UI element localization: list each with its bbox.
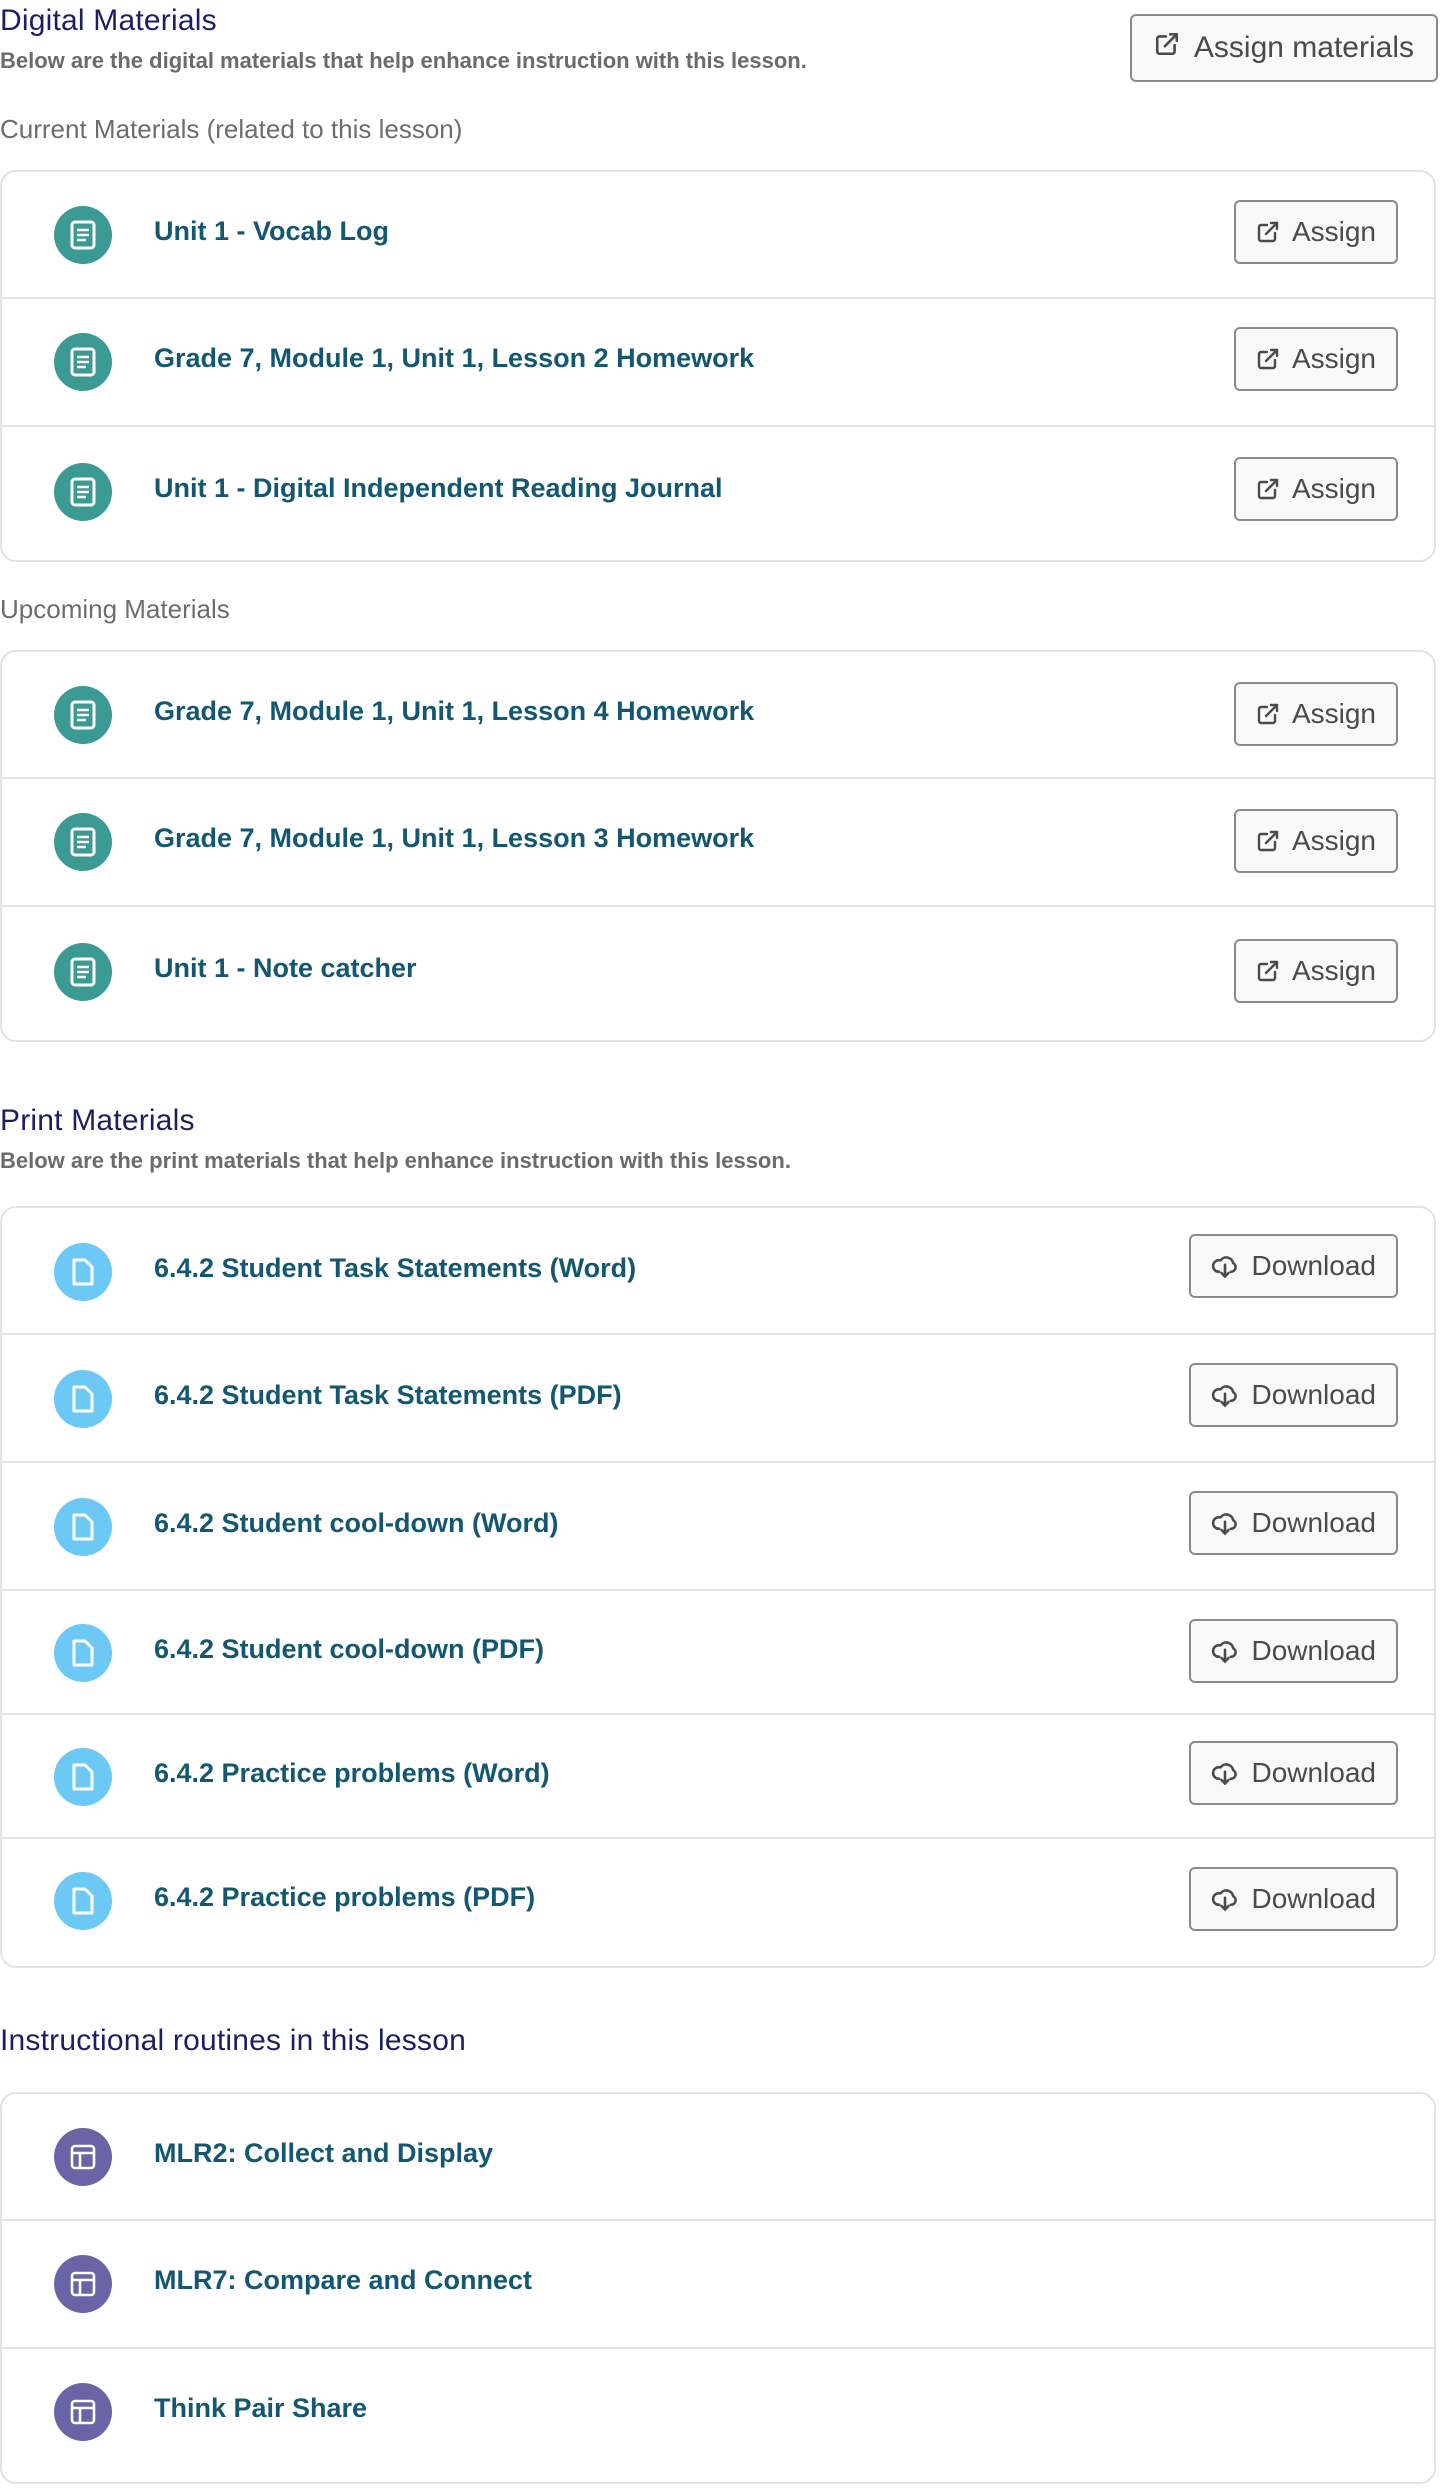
cloud-download-icon: [1211, 1759, 1239, 1787]
external-link-icon: [1256, 829, 1280, 853]
list-item: 6.4.2 Student Task Statements (Word) Dow…: [2, 1208, 1434, 1335]
list-item: 6.4.2 Practice problems (Word) Download: [2, 1715, 1434, 1839]
material-link[interactable]: Unit 1 - Digital Independent Reading Jou…: [154, 473, 723, 504]
material-link[interactable]: 6.4.2 Student cool-down (PDF): [154, 1634, 544, 1665]
download-button[interactable]: Download: [1189, 1491, 1398, 1555]
routines-title: Instructional routines in this lesson: [0, 2024, 466, 2057]
download-button-label: Download: [1251, 1250, 1376, 1281]
material-link[interactable]: 6.4.2 Student Task Statements (PDF): [154, 1380, 622, 1411]
material-link[interactable]: 6.4.2 Student Task Statements (Word): [154, 1253, 636, 1284]
list-item: Unit 1 - Note catcher Assign: [2, 907, 1434, 1040]
routines-list: MLR2: Collect and Display MLR7: Compare …: [0, 2092, 1436, 2484]
material-link[interactable]: 6.4.2 Practice problems (Word): [154, 1758, 550, 1789]
material-link[interactable]: Unit 1 - Vocab Log: [154, 216, 389, 247]
print-materials-title: Print Materials: [0, 1104, 195, 1137]
assign-button[interactable]: Assign: [1233, 809, 1398, 873]
list-item: 6.4.2 Student cool-down (PDF) Download: [2, 1591, 1434, 1715]
download-button-label: Download: [1251, 1757, 1376, 1788]
current-materials-list: Unit 1 - Vocab Log Assign Grade 7, Modul…: [0, 170, 1436, 562]
assign-button-label: Assign: [1291, 343, 1376, 374]
download-button[interactable]: Download: [1189, 1363, 1398, 1427]
external-link-icon: [1256, 702, 1280, 726]
assign-materials-button[interactable]: Assign materials: [1129, 14, 1438, 82]
cloud-download-icon: [1211, 1381, 1239, 1409]
assign-button-label: Assign: [1291, 698, 1376, 729]
assign-button[interactable]: Assign: [1233, 939, 1398, 1003]
material-link[interactable]: Unit 1 - Note catcher: [154, 953, 417, 984]
routine-link[interactable]: MLR2: Collect and Display: [154, 2138, 493, 2169]
external-link-icon: [1256, 477, 1280, 501]
download-button-label: Download: [1251, 1507, 1376, 1538]
list-item: Grade 7, Module 1, Unit 1, Lesson 4 Home…: [2, 652, 1434, 779]
digital-materials-title: Digital Materials: [0, 4, 217, 37]
assign-materials-label: Assign materials: [1193, 31, 1414, 64]
file-icon: [54, 1498, 112, 1556]
assign-button[interactable]: Assign: [1233, 327, 1398, 391]
list-item: Grade 7, Module 1, Unit 1, Lesson 2 Home…: [2, 299, 1434, 427]
current-materials-label: Current Materials (related to this lesso…: [0, 114, 463, 144]
list-item: MLR7: Compare and Connect: [2, 2221, 1434, 2349]
assign-button-label: Assign: [1291, 216, 1376, 247]
list-item: Think Pair Share: [2, 2349, 1434, 2482]
material-link[interactable]: Grade 7, Module 1, Unit 1, Lesson 4 Home…: [154, 696, 754, 727]
material-link[interactable]: Grade 7, Module 1, Unit 1, Lesson 2 Home…: [154, 343, 754, 374]
download-button[interactable]: Download: [1189, 1867, 1398, 1931]
download-button[interactable]: Download: [1189, 1741, 1398, 1805]
list-item: MLR2: Collect and Display: [2, 2094, 1434, 2221]
download-button-label: Download: [1251, 1635, 1376, 1666]
assign-button-label: Assign: [1291, 825, 1376, 856]
list-item: Unit 1 - Digital Independent Reading Jou…: [2, 427, 1434, 560]
document-lines-icon: [54, 206, 112, 264]
assign-button-label: Assign: [1291, 955, 1376, 986]
digital-materials-description: Below are the digital materials that hel…: [0, 48, 807, 73]
file-icon: [54, 1624, 112, 1682]
material-link[interactable]: 6.4.2 Practice problems (PDF): [154, 1882, 535, 1913]
cloud-download-icon: [1211, 1637, 1239, 1665]
document-lines-icon: [54, 333, 112, 391]
assign-button[interactable]: Assign: [1233, 457, 1398, 521]
routine-link[interactable]: Think Pair Share: [154, 2393, 367, 2424]
document-lines-icon: [54, 813, 112, 871]
layout-icon: [54, 2383, 112, 2441]
assign-button[interactable]: Assign: [1233, 682, 1398, 746]
download-button-label: Download: [1251, 1883, 1376, 1914]
file-icon: [54, 1243, 112, 1301]
upcoming-materials-label: Upcoming Materials: [0, 594, 230, 624]
print-materials-description: Below are the print materials that help …: [0, 1148, 791, 1173]
assign-button-label: Assign: [1291, 473, 1376, 504]
external-link-icon: [1256, 959, 1280, 983]
cloud-download-icon: [1211, 1509, 1239, 1537]
routine-link[interactable]: MLR7: Compare and Connect: [154, 2265, 532, 2296]
external-link-icon: [1256, 220, 1280, 244]
layout-icon: [54, 2128, 112, 2186]
layout-icon: [54, 2255, 112, 2313]
list-item: Unit 1 - Vocab Log Assign: [2, 172, 1434, 299]
assign-button[interactable]: Assign: [1233, 200, 1398, 264]
print-materials-list: 6.4.2 Student Task Statements (Word) Dow…: [0, 1206, 1436, 1968]
upcoming-materials-list: Grade 7, Module 1, Unit 1, Lesson 4 Home…: [0, 650, 1436, 1042]
material-link[interactable]: 6.4.2 Student cool-down (Word): [154, 1508, 559, 1539]
cloud-download-icon: [1211, 1252, 1239, 1280]
cloud-download-icon: [1211, 1885, 1239, 1913]
external-link-icon: [1256, 347, 1280, 371]
document-lines-icon: [54, 943, 112, 1001]
file-icon: [54, 1872, 112, 1930]
document-lines-icon: [54, 686, 112, 744]
download-button-label: Download: [1251, 1379, 1376, 1410]
download-button[interactable]: Download: [1189, 1619, 1398, 1683]
external-link-icon: [1154, 31, 1180, 65]
list-item: 6.4.2 Student cool-down (Word) Download: [2, 1463, 1434, 1591]
list-item: Grade 7, Module 1, Unit 1, Lesson 3 Home…: [2, 779, 1434, 907]
download-button[interactable]: Download: [1189, 1234, 1398, 1298]
file-icon: [54, 1370, 112, 1428]
material-link[interactable]: Grade 7, Module 1, Unit 1, Lesson 3 Home…: [154, 823, 754, 854]
list-item: 6.4.2 Student Task Statements (PDF) Down…: [2, 1335, 1434, 1463]
list-item: 6.4.2 Practice problems (PDF) Download: [2, 1839, 1434, 1966]
document-lines-icon: [54, 463, 112, 521]
file-icon: [54, 1748, 112, 1806]
